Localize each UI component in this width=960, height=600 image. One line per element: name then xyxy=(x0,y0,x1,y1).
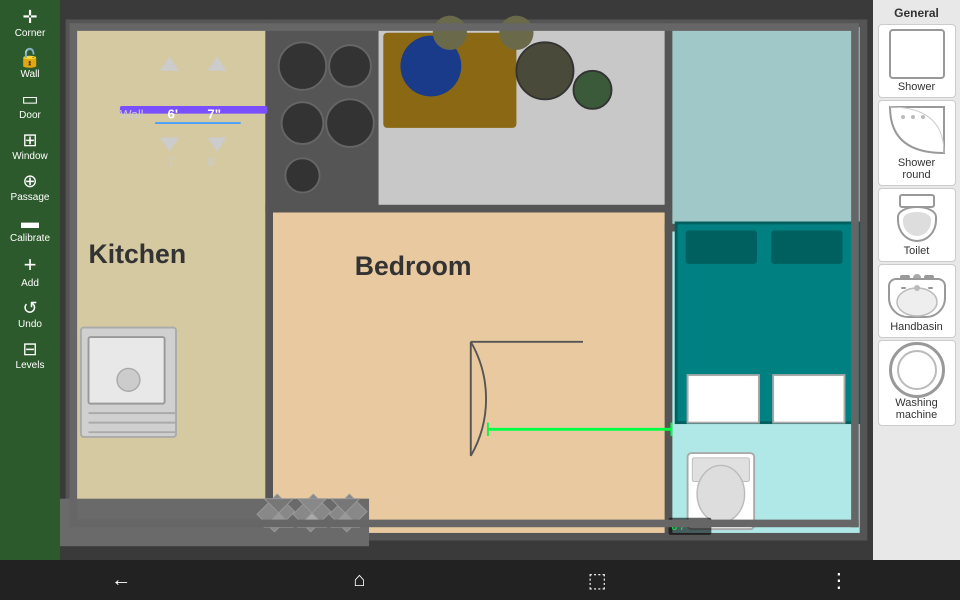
sidebar-item-calibrate[interactable]: ▬ Calibrate xyxy=(2,209,58,248)
wall-icon: 🔓 xyxy=(19,49,41,67)
shower-label: Shower xyxy=(898,81,935,93)
sidebar-item-undo[interactable]: ↺ Undo xyxy=(2,295,58,334)
panel-item-shower-round[interactable]: Shower round xyxy=(878,100,956,186)
sidebar-item-door[interactable]: ▭ Door xyxy=(2,86,58,125)
left-toolbar: ✛ Corner 🔓 Wall ▭ Door ⊞ Window ⊕ Passag… xyxy=(0,0,60,560)
levels-icon: ⊟ xyxy=(22,340,37,358)
more-button[interactable]: ⋮ xyxy=(809,564,869,597)
panel-item-washing-machine[interactable]: Washing machine xyxy=(878,340,956,426)
recent-button[interactable]: ⬚ xyxy=(568,564,627,597)
washing-machine-label: Washing machine xyxy=(883,397,951,421)
calibrate-icon: ▬ xyxy=(21,213,39,231)
svg-text:7': 7' xyxy=(167,155,176,169)
sidebar-item-levels[interactable]: ⊟ Levels xyxy=(2,336,58,375)
window-icon: ⊞ xyxy=(22,131,37,149)
undo-icon: ↺ xyxy=(22,299,37,317)
app: ✛ Corner 🔓 Wall ▭ Door ⊞ Window ⊕ Passag… xyxy=(0,0,960,600)
toilet-label: Toilet xyxy=(904,245,930,257)
svg-text:Wall: Wall xyxy=(120,107,144,121)
shower-item-icon xyxy=(887,29,947,79)
panel-section-label: General xyxy=(877,4,956,22)
bottom-nav: ← ⌂ ⬚ ⋮ xyxy=(0,560,960,600)
panel-item-shower[interactable]: Shower xyxy=(878,24,956,98)
back-button[interactable]: ← xyxy=(91,565,151,596)
right-panel: General Shower Shower round xyxy=(873,0,960,560)
svg-text:Kitchen: Kitchen xyxy=(89,239,187,269)
home-button[interactable]: ⌂ xyxy=(333,565,385,596)
handbasin-label: Handbasin xyxy=(890,321,943,333)
sidebar-item-wall[interactable]: 🔓 Wall xyxy=(2,45,58,84)
toilet-item-icon xyxy=(887,193,947,243)
canvas-area[interactable]: 6'7" Kitchen Bedroom Wall 6' 7" xyxy=(60,0,873,560)
door-icon: ▭ xyxy=(21,90,38,108)
sidebar-item-add[interactable]: + Add xyxy=(2,250,58,293)
floorplan: 6'7" Kitchen Bedroom Wall 6' 7" xyxy=(60,0,873,560)
add-icon: + xyxy=(24,254,37,276)
sidebar-item-passage[interactable]: ⊕ Passage xyxy=(2,168,58,207)
sidebar-item-corner[interactable]: ✛ Corner xyxy=(2,4,58,43)
svg-text:8": 8" xyxy=(207,155,218,169)
svg-text:Bedroom: Bedroom xyxy=(355,251,472,281)
svg-text:6': 6' xyxy=(167,106,178,121)
corner-icon: ✛ xyxy=(22,8,37,26)
svg-text:7": 7" xyxy=(207,106,221,121)
shower-round-label: Shower round xyxy=(883,157,951,181)
passage-icon: ⊕ xyxy=(22,172,37,190)
panel-item-toilet[interactable]: Toilet xyxy=(878,188,956,262)
shower-round-item-icon xyxy=(887,105,947,155)
sidebar-item-window[interactable]: ⊞ Window xyxy=(2,127,58,166)
panel-item-handbasin[interactable]: Handbasin xyxy=(878,264,956,338)
washing-machine-item-icon xyxy=(887,345,947,395)
handbasin-item-icon xyxy=(887,269,947,319)
